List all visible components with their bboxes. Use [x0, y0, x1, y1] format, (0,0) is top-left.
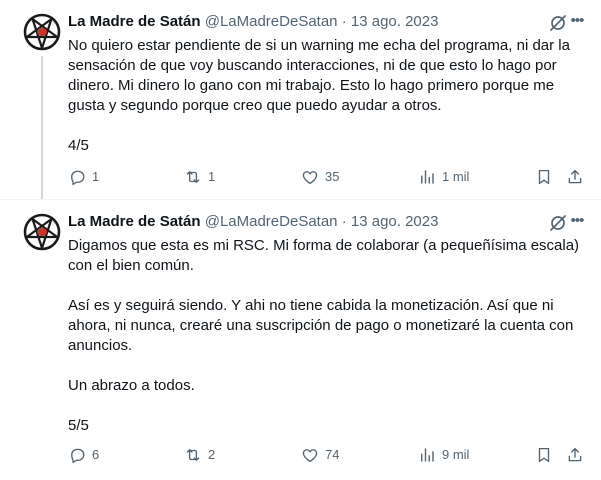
views-icon: [421, 170, 434, 184]
bookmark-button[interactable]: [535, 445, 553, 465]
views-button[interactable]: 9 mil: [418, 445, 469, 465]
pentagram-avatar-icon: [22, 12, 62, 52]
tweet-date[interactable]: 13 ago. 2023: [351, 213, 439, 230]
bookmark-button[interactable]: [535, 167, 553, 187]
avatar[interactable]: [22, 212, 62, 252]
tweet-text: Digamos que esta es mi RSC. Mi forma de …: [68, 236, 587, 436]
views-count: 1 mil: [442, 169, 470, 184]
retweet-button[interactable]: 2: [184, 445, 215, 465]
tweet-paragraph: 5/5: [68, 417, 89, 434]
heart-icon: [302, 171, 318, 185]
more-icon[interactable]: •••: [567, 212, 587, 232]
reply-button[interactable]: 1: [68, 167, 99, 187]
share-icon: [568, 169, 582, 184]
reply-icon: [71, 448, 85, 464]
heart-icon: [302, 449, 318, 463]
share-button[interactable]: [566, 445, 584, 465]
bookmark-icon: [538, 169, 550, 185]
like-button[interactable]: 74: [301, 445, 339, 465]
author-name[interactable]: La Madre de Satán: [68, 13, 201, 30]
separator: ·: [341, 13, 347, 30]
like-count: 35: [325, 169, 340, 184]
author-name[interactable]: La Madre de Satán: [68, 213, 201, 230]
tweet-paragraph: Un abrazo a todos.: [68, 377, 195, 394]
share-icon: [568, 447, 582, 462]
tweet[interactable]: La Madre de Satán @LaMadreDeSatan · 13 a…: [0, 0, 601, 199]
retweet-icon: [186, 449, 200, 461]
share-button[interactable]: [566, 167, 584, 187]
grok-icon[interactable]: [549, 14, 567, 32]
retweet-button[interactable]: 1: [184, 167, 215, 187]
tweet-header: La Madre de Satán @LaMadreDeSatan · 13 a…: [68, 12, 591, 32]
reply-count: 6: [92, 447, 100, 462]
bookmark-icon: [538, 447, 550, 463]
reply-count: 1: [92, 169, 100, 184]
separator: ·: [341, 213, 347, 230]
retweet-icon: [186, 171, 200, 183]
tweet-paragraph: Digamos que esta es mi RSC. Mi forma de …: [68, 237, 580, 274]
tweet-paragraph: No quiero estar pendiente de si un warni…: [68, 37, 570, 114]
retweet-count: 2: [208, 447, 216, 462]
tweet-date[interactable]: 13 ago. 2023: [351, 13, 439, 30]
views-icon: [421, 448, 434, 462]
tweet-paragraph: Así es y seguirá siendo. Y ahi no tiene …: [68, 297, 574, 354]
tweet[interactable]: La Madre de Satán @LaMadreDeSatan · 13 a…: [0, 199, 601, 480]
tweet-text: No quiero estar pendiente de si un warni…: [68, 36, 587, 156]
reply-icon: [71, 170, 85, 186]
views-count: 9 mil: [442, 447, 470, 462]
action-bar: 1 1 35 1 mil: [58, 167, 589, 187]
pentagram-avatar-icon: [22, 212, 62, 252]
avatar[interactable]: [22, 12, 62, 52]
tweet-paragraph: 4/5: [68, 137, 89, 154]
grok-icon[interactable]: [549, 214, 567, 232]
more-icon[interactable]: •••: [567, 12, 587, 32]
tweet-header: La Madre de Satán @LaMadreDeSatan · 13 a…: [68, 212, 591, 232]
thread-line: [41, 56, 43, 199]
views-button[interactable]: 1 mil: [418, 167, 469, 187]
reply-button[interactable]: 6: [68, 445, 99, 465]
like-count: 74: [325, 447, 340, 462]
retweet-count: 1: [208, 169, 216, 184]
action-bar: 6 2 74 9 mil: [58, 445, 589, 465]
author-handle[interactable]: @LaMadreDeSatan: [205, 13, 338, 30]
author-handle[interactable]: @LaMadreDeSatan: [205, 213, 338, 230]
like-button[interactable]: 35: [301, 167, 339, 187]
